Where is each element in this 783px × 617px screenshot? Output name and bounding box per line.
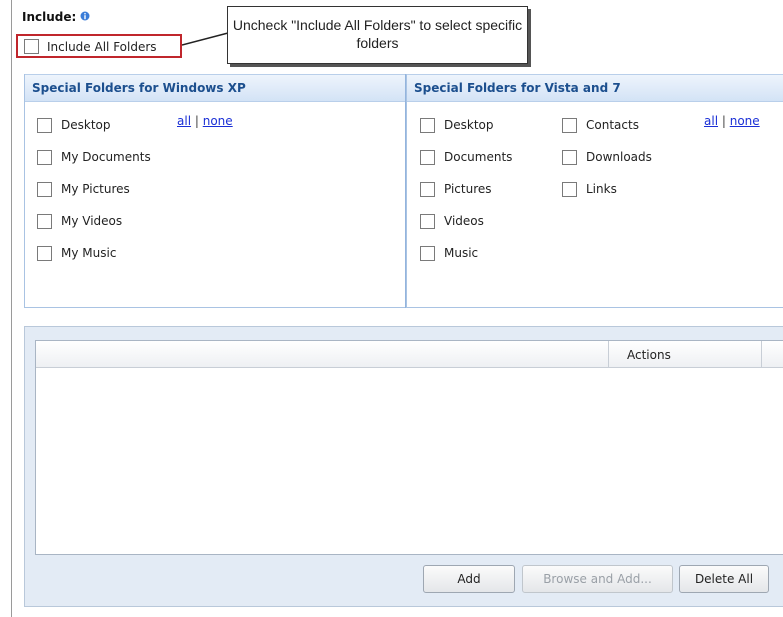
column-separator[interactable] xyxy=(608,341,609,368)
vista-downloads-label: Downloads xyxy=(586,150,652,164)
xp-my-music-label: My Music xyxy=(61,246,117,260)
link-separator: | xyxy=(721,114,726,128)
vista-documents-checkbox[interactable] xyxy=(420,150,435,165)
xp-select-none-link[interactable]: none xyxy=(203,114,233,128)
folder-list[interactable]: Actions xyxy=(35,340,783,555)
include-all-folders-label: Include All Folders xyxy=(47,40,157,54)
panel-vista-7: Special Folders for Vista and 7 all | no… xyxy=(406,74,783,308)
include-label: Include: xyxy=(22,10,77,24)
folder-list-section: Actions Add Browse and Add... Delete All xyxy=(24,326,783,607)
browse-and-add-button[interactable]: Browse and Add... xyxy=(522,565,673,593)
callout-tooltip: Uncheck "Include All Folders" to select … xyxy=(227,6,528,64)
vista-music-checkbox[interactable] xyxy=(420,246,435,261)
vista-desktop-label: Desktop xyxy=(444,118,494,132)
delete-all-button[interactable]: Delete All xyxy=(679,565,769,593)
vista-select-all-link[interactable]: all xyxy=(704,114,718,128)
column-separator[interactable] xyxy=(761,341,762,368)
vista-pictures-checkbox[interactable] xyxy=(420,182,435,197)
xp-my-documents-label: My Documents xyxy=(61,150,151,164)
vista-contacts-label: Contacts xyxy=(586,118,639,132)
xp-desktop-checkbox[interactable] xyxy=(37,118,52,133)
vista-select-none-link[interactable]: none xyxy=(730,114,760,128)
vista-desktop-checkbox[interactable] xyxy=(420,118,435,133)
info-icon[interactable] xyxy=(80,11,90,21)
vista-videos-label: Videos xyxy=(444,214,484,228)
include-all-folders-option[interactable]: Include All Folders xyxy=(16,34,182,58)
vista-links-checkbox[interactable] xyxy=(562,182,577,197)
vista-documents-label: Documents xyxy=(444,150,513,164)
include-all-folders-checkbox[interactable] xyxy=(24,39,39,54)
xp-my-pictures-checkbox[interactable] xyxy=(37,182,52,197)
vista-select-links: all | none xyxy=(704,114,760,128)
vista-pictures-label: Pictures xyxy=(444,182,492,196)
xp-my-documents-checkbox[interactable] xyxy=(37,150,52,165)
xp-select-all-link[interactable]: all xyxy=(177,114,191,128)
panel-windows-xp: Special Folders for Windows XP all | non… xyxy=(24,74,406,308)
xp-my-videos-label: My Videos xyxy=(61,214,123,228)
vista-music-label: Music xyxy=(444,246,479,260)
xp-my-pictures-label: My Pictures xyxy=(61,182,130,196)
vista-downloads-checkbox[interactable] xyxy=(562,150,577,165)
frame-border xyxy=(11,0,12,617)
vista-links-label: Links xyxy=(586,182,617,196)
xp-my-videos-checkbox[interactable] xyxy=(37,214,52,229)
vista-videos-checkbox[interactable] xyxy=(420,214,435,229)
link-separator: | xyxy=(194,114,199,128)
xp-my-music-checkbox[interactable] xyxy=(37,246,52,261)
column-header-actions: Actions xyxy=(627,348,671,362)
vista-contacts-checkbox[interactable] xyxy=(562,118,577,133)
xp-select-links: all | none xyxy=(177,114,233,128)
panel-vista-title: Special Folders for Vista and 7 xyxy=(407,74,783,102)
xp-desktop-label: Desktop xyxy=(61,118,111,132)
panel-xp-title: Special Folders for Windows XP xyxy=(25,74,405,102)
add-button[interactable]: Add xyxy=(423,565,515,593)
folder-list-header: Actions xyxy=(36,341,783,368)
